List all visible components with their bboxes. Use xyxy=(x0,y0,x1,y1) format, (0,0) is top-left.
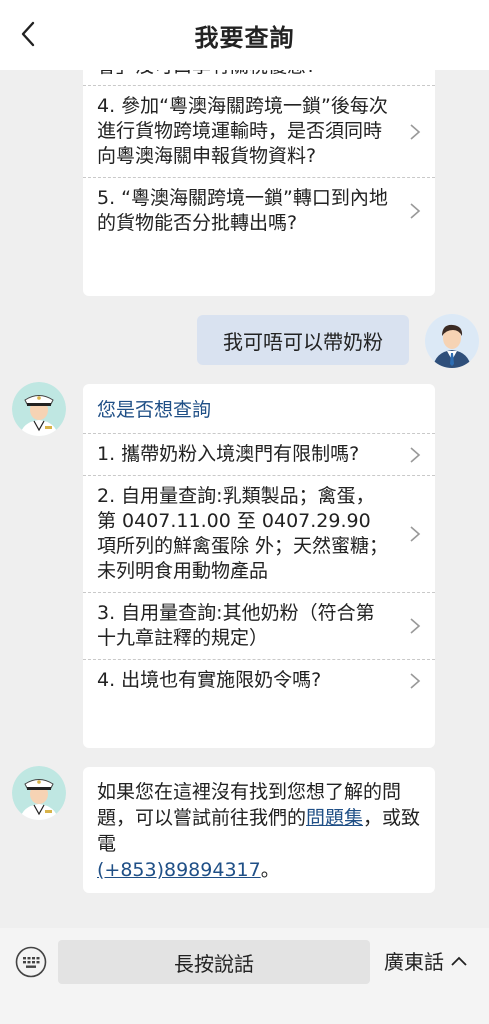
suggestion-card-title: 您是否想查詢 xyxy=(97,399,212,421)
chevron-left-icon xyxy=(21,21,35,47)
suggestion-item[interactable]: 2. 自用量查詢:乳類製品；禽蛋，第 0407.11.00 至 0407.29.… xyxy=(83,475,435,592)
suggestion-label: 3. 自用量查詢:其他奶粉（符合第十九章註釋的規定） xyxy=(97,602,375,649)
hold-to-talk-button[interactable]: 長按說話 xyxy=(58,940,370,984)
phone-link[interactable]: (+853)89894317 xyxy=(97,859,261,881)
suggestion-label: 4. 出境也有實施限奶令嗎? xyxy=(97,669,322,691)
suggestion-item[interactable]: 4. 出境也有實施限奶令嗎? xyxy=(83,659,435,701)
suggestion-label: 5. “粵澳海關跨境一鎖”轉口到內地的貨物能否分批轉出嗎? xyxy=(97,187,388,234)
chevron-right-icon xyxy=(410,203,421,219)
back-button[interactable] xyxy=(10,16,46,52)
suggestion-item[interactable]: 3. 自用量查詢:其他奶粉（符合第十九章註釋的規定） xyxy=(83,592,435,659)
user-message-bubble: 我可唔可以帶奶粉 xyxy=(197,315,409,365)
chevron-right-icon xyxy=(410,123,421,140)
page-title: 我要查詢 xyxy=(194,23,295,52)
chevron-right-icon xyxy=(410,672,421,689)
suggestion-card: 您是否想查詢 1. 攜帶奶粉入境澳門有限制嗎? 2. 自用量查詢:乳類製品；禽蛋… xyxy=(83,384,435,748)
info-text: 如果您在這裡沒有找到您想了解的問題，可以嘗試前往我們的問題集，或致電 (+853)… xyxy=(83,767,435,895)
language-selector[interactable]: 廣東話 xyxy=(384,946,468,975)
input-bar: 長按說話 廣東話 xyxy=(0,928,489,1024)
previous-suggestion-card: 會」沒可口享有關稅優惠? 4. 參加“粵澳海關跨境一鎖”後每次進行貨物跨境運輸時… xyxy=(83,70,435,296)
chevron-right-icon xyxy=(410,446,421,463)
chevron-right-icon xyxy=(410,618,421,634)
suggestion-item[interactable]: 4. 參加“粵澳海關跨境一鎖”後每次進行貨物跨境運輸時，是否須同時向粵澳海關申報… xyxy=(83,85,435,177)
language-label: 廣東話 xyxy=(384,950,444,974)
user-avatar xyxy=(425,314,479,368)
suggestion-label: 4. 參加“粵澳海關跨境一鎖”後每次進行貨物跨境運輸時，是否須同時向粵澳海關申報… xyxy=(97,95,388,167)
bot-avatar xyxy=(12,766,66,820)
info-card: 如果您在這裡沒有找到您想了解的問題，可以嘗試前往我們的問題集，或致電 (+853)… xyxy=(83,767,435,893)
suggestion-label: 2. 自用量查詢:乳類製品；禽蛋，第 0407.11.00 至 0407.29.… xyxy=(97,485,389,582)
hold-to-talk-label: 長按說話 xyxy=(174,951,254,976)
chevron-right-icon xyxy=(410,526,421,542)
keyboard-icon xyxy=(15,946,47,978)
suggestion-item[interactable]: 5. “粵澳海關跨境一鎖”轉口到內地的貨物能否分批轉出嗎? xyxy=(83,177,435,244)
top-bar: 我要查詢 xyxy=(0,0,489,70)
partial-text: 會」沒可口享有關稅優惠? xyxy=(83,70,435,85)
chat-area[interactable]: 會」沒可口享有關稅優惠? 4. 參加“粵澳海關跨境一鎖”後每次進行貨物跨境運輸時… xyxy=(0,70,489,928)
suggestion-item[interactable]: 1. 攜帶奶粉入境澳門有限制嗎? xyxy=(83,433,435,475)
bot-avatar xyxy=(12,382,66,436)
chevron-up-icon xyxy=(451,956,467,966)
suggestion-label: 1. 攜帶奶粉入境澳門有限制嗎? xyxy=(97,443,360,465)
user-message-text: 我可唔可以帶奶粉 xyxy=(223,329,383,354)
info-text-part: 。 xyxy=(260,859,280,881)
keyboard-button[interactable] xyxy=(15,946,47,978)
faq-link[interactable]: 問題集 xyxy=(306,807,363,829)
